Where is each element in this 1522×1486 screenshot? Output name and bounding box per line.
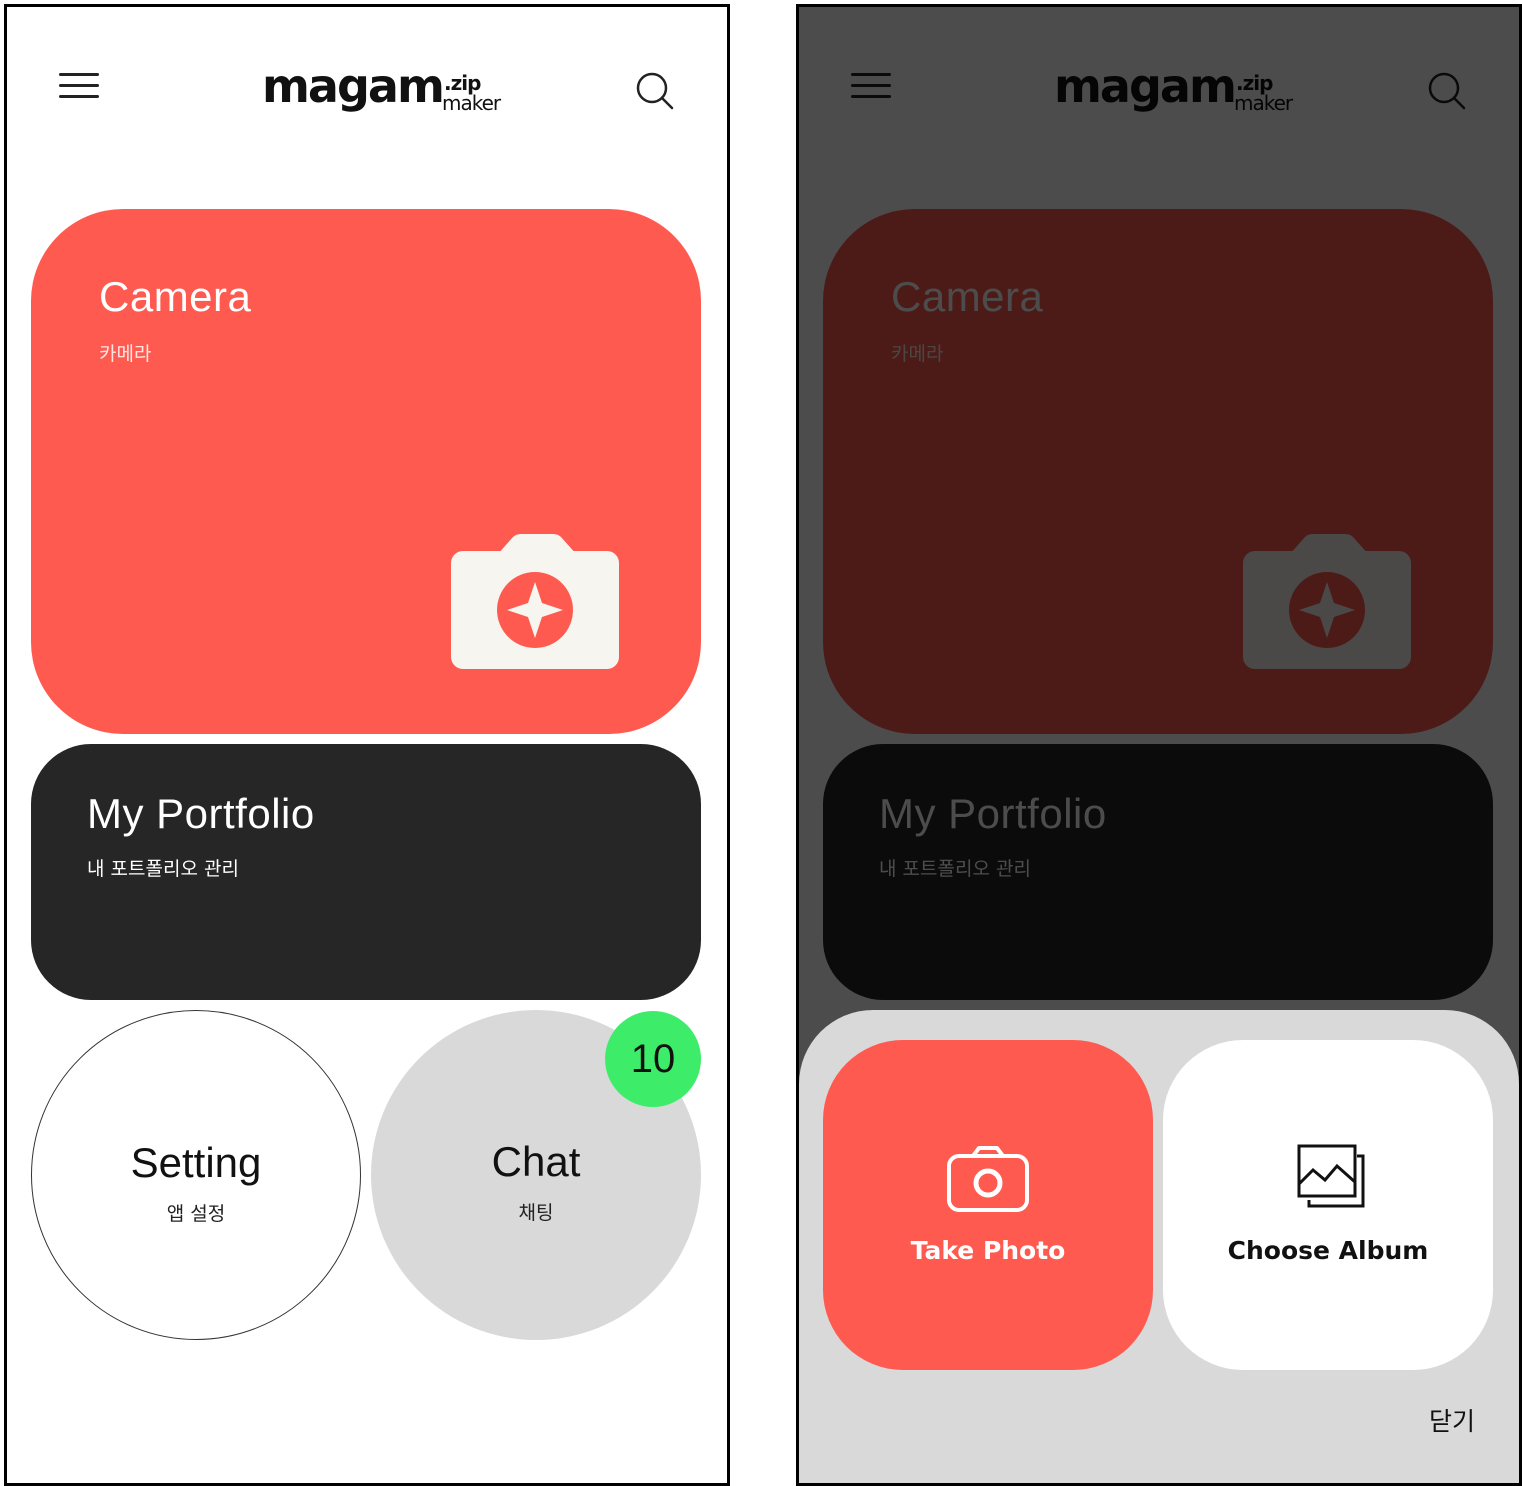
app-logo: magam .zip maker — [262, 59, 522, 129]
setting-subtitle: 앱 설정 — [166, 1203, 226, 1225]
photo-source-sheet: Take Photo Choose Album 닫기 — [799, 1010, 1519, 1483]
close-sheet-button[interactable]: 닫기 — [1429, 1402, 1475, 1438]
chat-unread-badge: 10 — [605, 1011, 701, 1107]
home-screen-with-sheet: magam .zip maker Camera 카메라 My Portfolio… — [796, 4, 1522, 1486]
search-icon[interactable] — [635, 71, 675, 111]
take-photo-button[interactable]: Take Photo — [823, 1040, 1153, 1370]
camera-card-subtitle: 카메라 — [99, 343, 152, 365]
camera-card-title: Camera — [99, 273, 252, 320]
portfolio-card[interactable]: My Portfolio 내 포트폴리오 관리 — [31, 744, 701, 1000]
logo-main: magam — [262, 59, 445, 113]
portfolio-card-subtitle: 내 포트폴리오 관리 — [87, 858, 239, 880]
chat-subtitle: 채팅 — [518, 1202, 554, 1224]
logo-maker: maker — [442, 91, 501, 115]
camera-card[interactable]: Camera 카메라 — [31, 209, 701, 734]
choose-album-label: Choose Album — [1227, 1236, 1429, 1265]
choose-album-button[interactable]: Choose Album — [1163, 1040, 1493, 1370]
home-screen: magam .zip maker Camera 카메라 My Portfolio… — [4, 4, 730, 1486]
app-header: magam .zip maker — [7, 7, 727, 167]
take-photo-label: Take Photo — [910, 1236, 1066, 1265]
setting-button[interactable]: Setting 앱 설정 — [31, 1010, 361, 1340]
menu-icon[interactable] — [59, 73, 99, 103]
portfolio-card-title: My Portfolio — [87, 790, 315, 837]
chat-title: Chat — [491, 1138, 581, 1185]
image-icon — [1297, 1144, 1365, 1208]
setting-title: Setting — [130, 1139, 262, 1186]
camera-icon — [947, 1146, 1029, 1212]
camera-icon — [451, 534, 619, 669]
